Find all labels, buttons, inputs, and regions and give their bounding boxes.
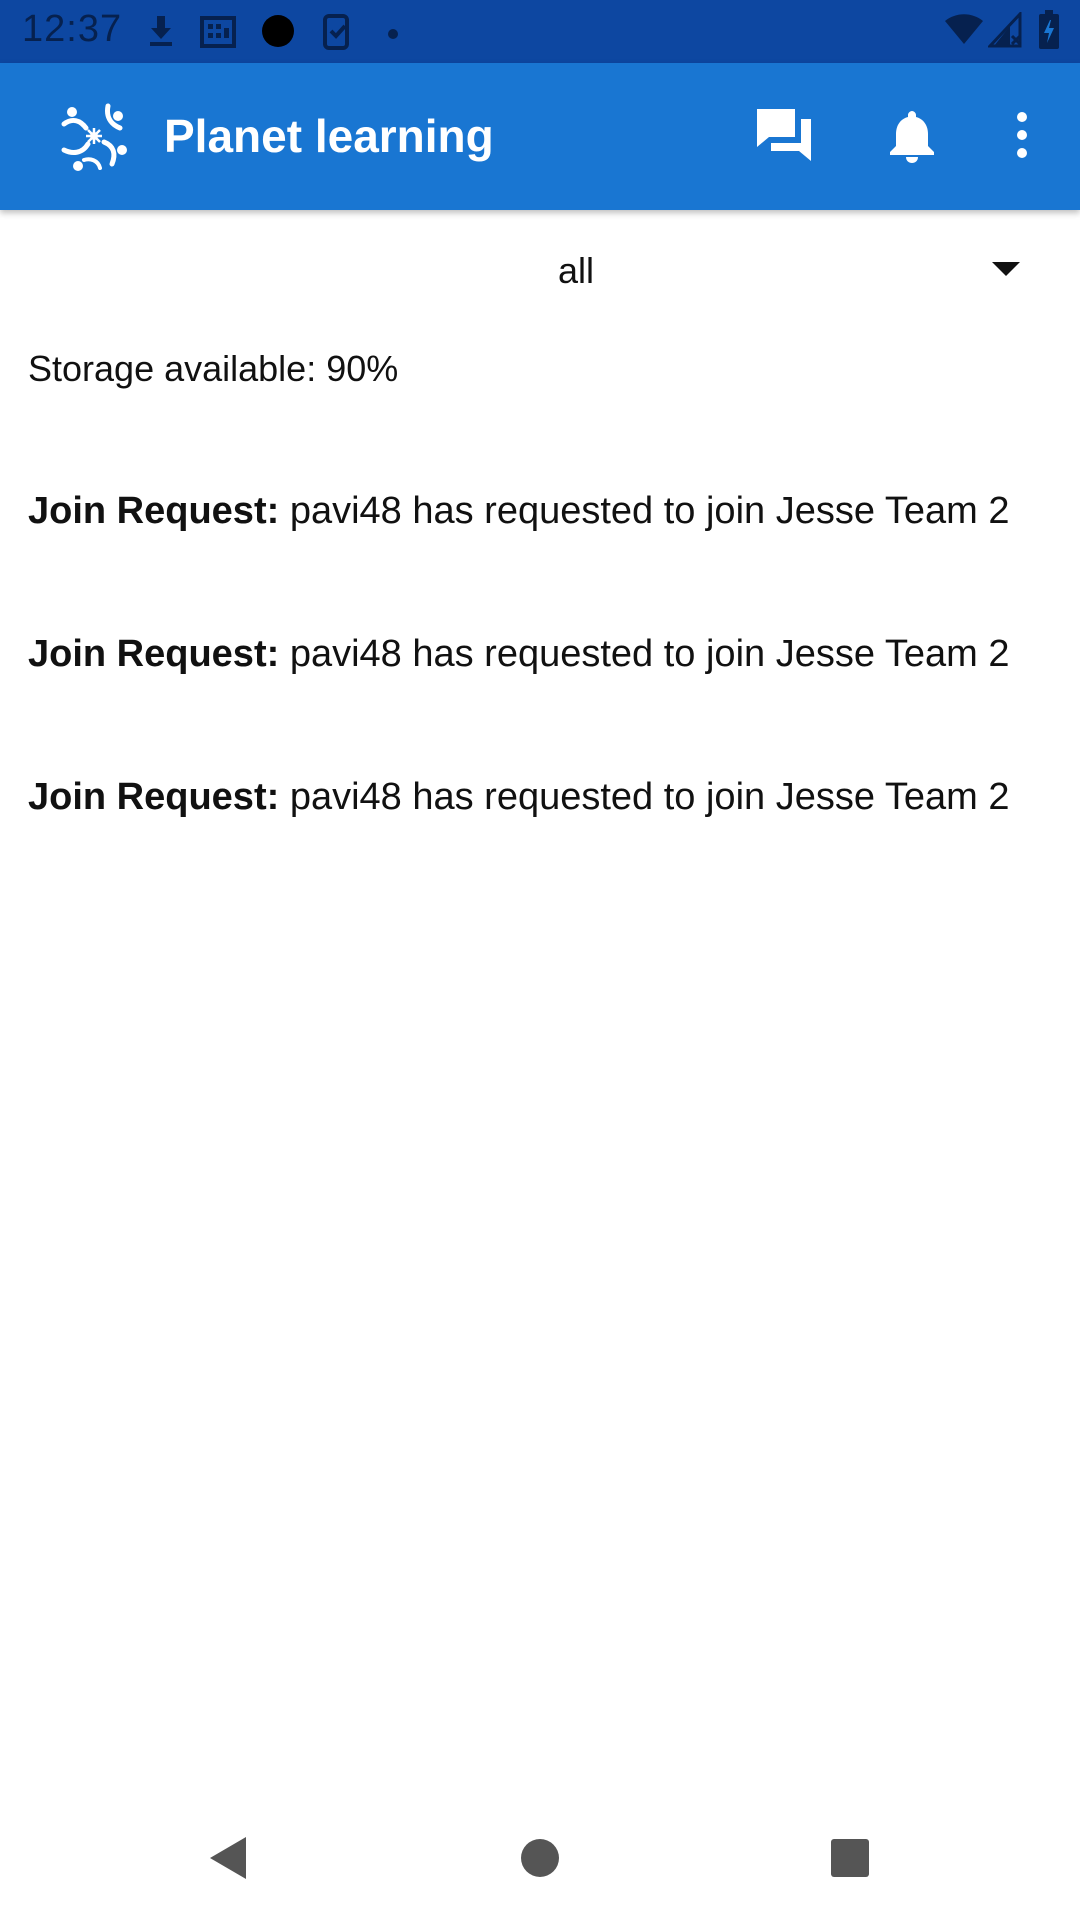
status-bar: 12:37 <box>0 0 1080 63</box>
home-icon <box>519 1837 561 1884</box>
more-vert-icon <box>1016 111 1028 164</box>
battery-charging-icon <box>1038 10 1060 55</box>
back-icon <box>206 1835 250 1886</box>
chat-icon <box>755 107 813 168</box>
notification-message: pavi48 has requested to join Jesse Team … <box>289 776 1010 818</box>
notification-label: Join Request: <box>28 776 280 818</box>
system-nav-bar <box>0 1790 1080 1920</box>
calendar-icon <box>200 14 236 53</box>
wifi-icon <box>944 12 984 51</box>
device-check-icon <box>322 14 352 55</box>
chat-button[interactable] <box>750 103 818 171</box>
status-time: 12:37 <box>22 8 123 50</box>
filter-selected-value: all <box>558 250 595 291</box>
notification-item[interactable]: Join Request: pavi48 has requested to jo… <box>28 776 1009 819</box>
storage-status: Storage available: 90% <box>28 348 399 389</box>
more-options-button[interactable] <box>988 103 1056 171</box>
app-title: Planet learning <box>164 110 494 162</box>
download-icon <box>146 14 176 53</box>
bell-icon <box>888 107 936 168</box>
signal-icon <box>986 10 1022 53</box>
filter-dropdown[interactable]: all <box>0 210 1080 325</box>
notification-item[interactable]: Join Request: pavi48 has requested to jo… <box>28 633 1009 676</box>
notification-message: pavi48 has requested to join Jesse Team … <box>289 633 1010 675</box>
notifications-button[interactable] <box>878 103 946 171</box>
dropdown-arrow-icon <box>992 262 1020 283</box>
notification-item[interactable]: Join Request: pavi48 has requested to jo… <box>28 490 1009 533</box>
recents-icon <box>830 1838 870 1883</box>
app-bar: Planet learning <box>0 63 1080 210</box>
recents-button[interactable] <box>820 1830 880 1890</box>
home-button[interactable] <box>510 1830 570 1890</box>
notification-label: Join Request: <box>28 633 280 675</box>
planet-logo-icon <box>56 98 132 174</box>
record-dot-icon <box>260 13 296 54</box>
notification-message: pavi48 has requested to join Jesse Team … <box>289 490 1010 532</box>
back-button[interactable] <box>198 1830 258 1890</box>
notification-label: Join Request: <box>28 490 280 532</box>
small-dot-icon <box>388 26 398 44</box>
